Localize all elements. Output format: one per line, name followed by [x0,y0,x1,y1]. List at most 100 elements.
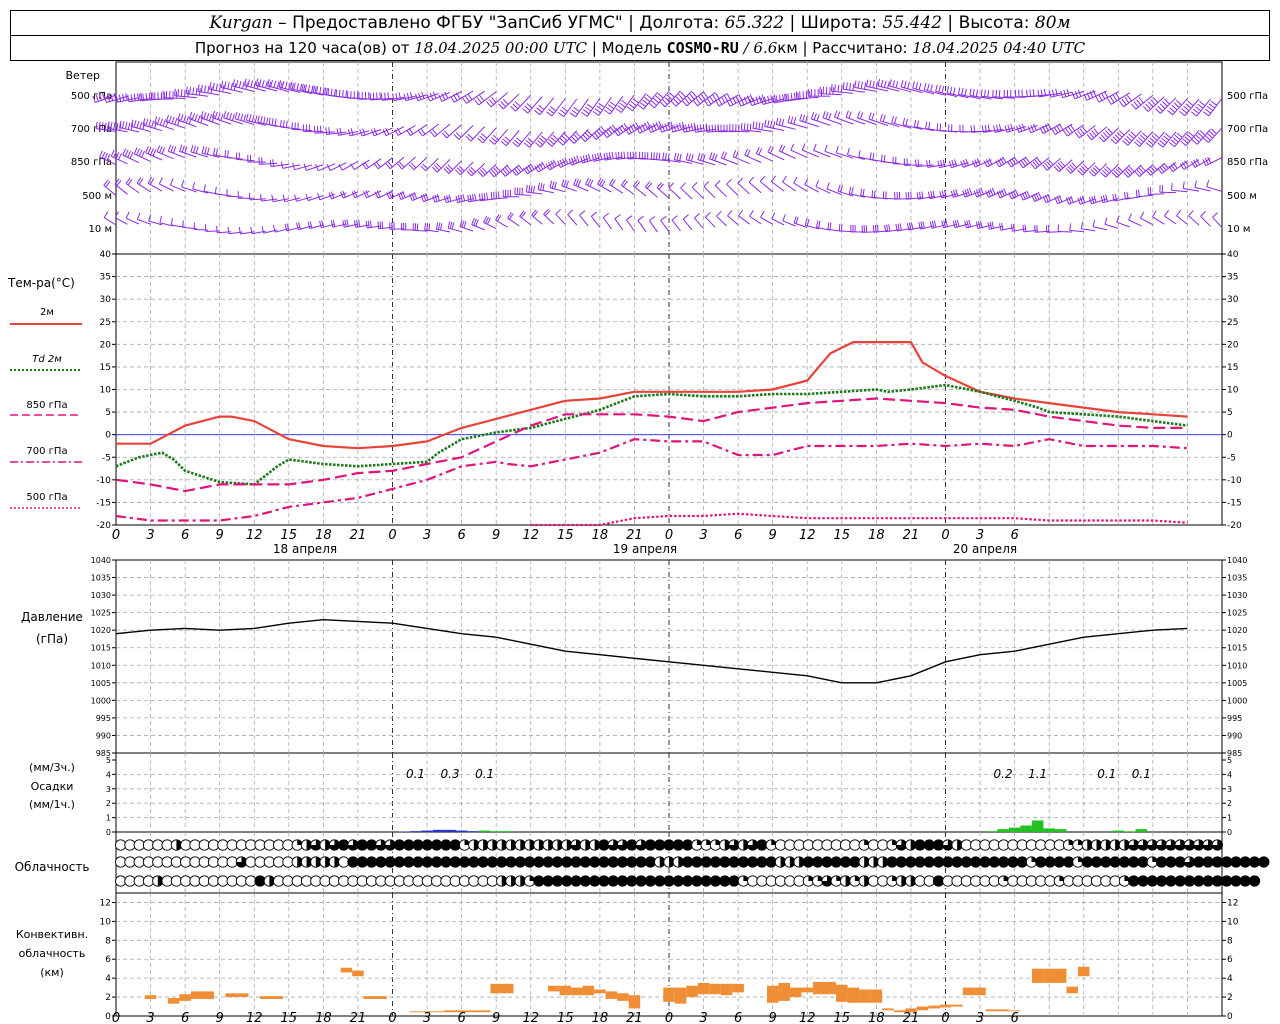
wind-barb-feather [781,119,785,127]
wind-barb-feather [129,151,134,159]
legend-td-label: Td 2м [32,354,62,365]
cloud-cover-fill [617,856,628,868]
wind-barb-feather [793,176,798,184]
wind-barb-feather [533,185,535,193]
wind-barb-feather [237,112,241,120]
y-tick-label: -20 [1227,521,1242,531]
wind-barb-feather [1014,189,1019,197]
conv-bar [605,991,618,999]
wind-barb-feather [514,139,521,145]
wind-barb-feather [585,106,592,112]
cloud-cover-fill [1212,856,1223,868]
cloud-cover-fill [1165,856,1177,868]
cloud-cover-fill [561,856,572,868]
wind-barb-feather [552,134,559,141]
wind-barb-feather [1062,130,1068,137]
wind-barb-feather [1122,140,1129,146]
wind-barb [1200,216,1211,227]
wind-barb-feather [451,222,455,230]
cloud-cover-fill [598,856,610,868]
conv-bar [467,1010,479,1013]
wind-barb-feather [1007,124,1011,132]
cloud-cover-circle [152,839,164,851]
wind-barb-feather [918,82,922,91]
x-tick-label: 3 [146,1011,154,1024]
wind-barb-feather [611,151,614,159]
cloud-cover-fill [998,856,1009,868]
cloud-cover-circle [867,875,880,887]
wind-level-label-right: 500 гПа [1227,91,1268,102]
wind-barb-feather [857,81,860,89]
wind-barb-feather [690,154,694,162]
y-tick-label: 1000 [91,696,111,705]
wind-barb-feather [772,121,776,129]
wind-barb-feather [1070,124,1076,132]
cloud-cover-fill [831,856,842,868]
wind-barb-feather [703,91,709,99]
cloud-cover-fill [412,856,424,868]
wind-barb-feather [686,95,693,102]
wind-barb-feather [696,124,699,132]
cloud-cover-fill [756,839,768,851]
wind-barb-feather [220,113,224,121]
wind-barb-feather [828,113,832,120]
cloud-cover-fill [626,875,638,887]
wind-barb-feather [970,125,973,133]
cloud-cover-fill [914,856,926,868]
wind-barb-feather [535,142,542,148]
wind-barb-feather [1071,92,1076,99]
wind-barb-feather [992,89,994,97]
cloud-cover-circle [960,839,973,851]
precip-annotation: 0.1 [406,767,425,781]
wind-barb-feather [268,81,272,89]
wind-barb-feather [110,149,115,157]
cloud-cover-fill [617,875,628,887]
wind-barb-feather [700,153,704,161]
wind-barb-feather [626,106,633,112]
cloud-cover-circle [458,875,471,887]
wind-barb-feather [703,99,709,107]
wind-barb-feather [127,150,132,158]
wind-barb-feather [845,82,848,90]
wind-barb-feather [1164,209,1170,217]
wind-barb-feather [227,150,229,158]
wind-barb-feather [500,140,507,147]
wind-barb-feather [872,225,875,233]
precip-bar [478,830,491,832]
wind-barb-feather [463,221,467,229]
y-tick-label: 3 [106,785,111,794]
wind-barb-feather [952,220,956,228]
wind-barb [680,187,693,200]
wind-barb-feather [382,129,387,136]
wind-barb [609,95,624,115]
wind-barb [215,193,232,197]
wind-barb-feather [469,194,472,202]
wind-barb-feather [1185,103,1192,109]
wind-barb-feather [254,115,258,123]
wind-barb [621,184,635,196]
x-tick-label: 0 [665,528,673,543]
wind-barb-feather [720,96,726,104]
wind-barb-feather [577,180,582,187]
cloud-cover-fill [626,856,638,868]
wind-barb-feather [312,85,315,93]
wind-barb-feather [381,221,384,229]
cloud-cover-circle [1035,875,1047,887]
wind-barb-feather [1089,132,1095,139]
precip-bar [432,829,445,832]
wind-barb-feather [1037,191,1042,199]
wind-barb-feather [749,123,752,131]
wind-barb-feather [504,136,511,142]
wind-barb-feather [261,80,265,88]
wind-barb-feather [276,81,280,89]
cloud-cover-fill [338,839,349,851]
x-axis-hours-top: 0 3 6 9 12 15 18 21 0 3 6 9 12 15 18 21 0 3 6 9 12 15 18 21 0 3 6 [112,528,1019,543]
wind-barb-feather [272,159,275,167]
cloud-cover-circle [198,839,210,851]
y-tick-label: 10 [1227,386,1239,396]
wind-barb-feather [571,136,577,142]
wind-barb-feather [409,91,413,100]
wind-barb-feather [787,115,791,123]
wind-barb-feather [223,111,227,119]
wind-barb-feather [248,114,252,122]
